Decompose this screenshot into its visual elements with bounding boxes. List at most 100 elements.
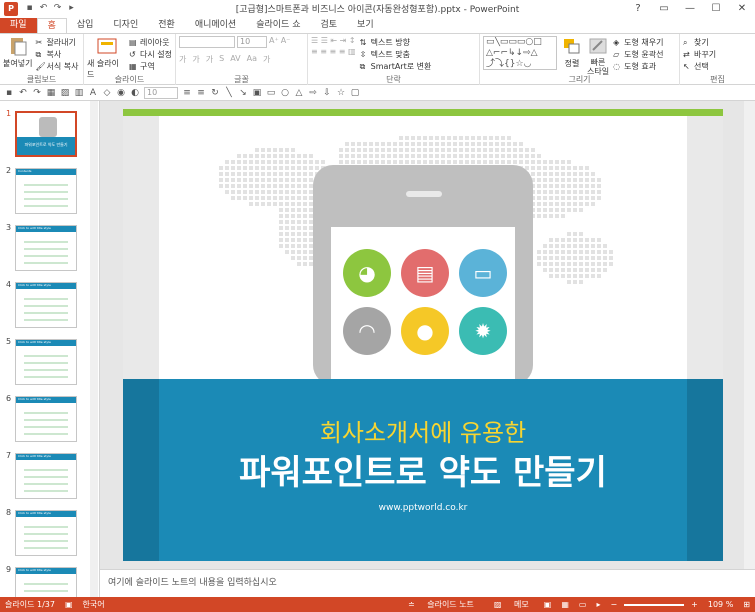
smartart-button[interactable]: ⧉ SmartArt로 변환 xyxy=(360,60,432,72)
shape-outline-button[interactable]: ▱ 도형 윤곽선 xyxy=(613,48,663,60)
slide-sorter-icon[interactable]: ▦ xyxy=(556,600,574,609)
font-family-input[interactable] xyxy=(179,36,235,48)
shape-effects-button[interactable]: ◌ 도형 효과 xyxy=(613,60,663,72)
italic-icon[interactable]: 가 xyxy=(192,54,199,65)
tab-slideshow[interactable]: 슬라이드 쇼 xyxy=(246,18,310,33)
ribbon-display-button[interactable]: ▭ xyxy=(651,0,677,17)
tab-animations[interactable]: 애니메이션 xyxy=(185,18,246,33)
tab-transitions[interactable]: 전환 xyxy=(148,18,185,33)
down-arrow-icon[interactable]: ⇩ xyxy=(322,88,332,98)
slide-thumbnail[interactable]: Click to edit title style xyxy=(15,453,77,499)
cut-button[interactable]: ✂ 잘라내기 xyxy=(35,36,78,48)
shape-fill-button[interactable]: ◈ 도형 채우기 xyxy=(613,36,663,48)
slide-thumbnail[interactable]: Contents xyxy=(15,168,77,214)
save-icon[interactable]: ▪ xyxy=(4,88,14,98)
star-icon[interactable]: ☆ xyxy=(336,88,346,98)
close-button[interactable]: ✕ xyxy=(729,0,755,17)
thumbnails-scrollbar[interactable] xyxy=(90,101,98,597)
slide-thumbnail[interactable]: Click to edit title style xyxy=(15,339,77,385)
normal-view-icon[interactable]: ▣ xyxy=(539,600,557,609)
tab-design[interactable]: 디자인 xyxy=(103,18,148,33)
undo-icon[interactable]: ↶ xyxy=(18,88,28,98)
zoom-slider[interactable] xyxy=(624,603,685,606)
redo-icon[interactable]: ↷ xyxy=(52,3,63,14)
bold-icon[interactable]: 가 xyxy=(179,54,186,65)
shrink-font-icon[interactable]: A⁻ xyxy=(281,36,291,48)
slide-thumbnail[interactable]: Click to edit title style xyxy=(15,510,77,556)
slideshow-icon[interactable]: ▸ xyxy=(591,600,605,609)
powerpoint-icon[interactable]: P xyxy=(4,1,18,16)
text-direction-button[interactable]: ⇅ 텍스트 방향 xyxy=(360,36,432,48)
slide-thumbnail[interactable]: Click to edit title style xyxy=(15,567,77,597)
find-button[interactable]: ⌕ 찾기 xyxy=(683,36,752,48)
notes-toggle-button[interactable]: ≐ 슬라이드 노트 xyxy=(398,599,484,610)
case-icon[interactable]: Aa xyxy=(247,54,257,65)
bullets-icon[interactable]: ☰ ☰ ⇤ ⇥ ↕ xyxy=(311,36,356,45)
shapes-gallery[interactable]: ▭╲▭▭▭○□ △⌐⌐↳↓⇨△ ⤴⤵{}☆◡ xyxy=(483,36,557,70)
fill-icon[interactable]: ◐ xyxy=(130,88,140,98)
align-left-icon[interactable]: ≡ xyxy=(182,88,192,98)
format-painter-button[interactable]: 🖌 서식 복사 xyxy=(35,60,78,72)
char-spacing-icon[interactable]: AV xyxy=(230,54,240,65)
strikethrough-icon[interactable]: S xyxy=(219,54,224,65)
shadow-icon[interactable]: ▣ xyxy=(252,88,262,98)
grow-font-icon[interactable]: A⁺ xyxy=(269,36,279,48)
align-center-icon[interactable]: ≡ xyxy=(196,88,206,98)
replace-button[interactable]: ⇄ 바꾸기 xyxy=(683,48,752,60)
font-color-icon[interactable]: 가 xyxy=(263,54,270,65)
font-size-input[interactable]: 10 xyxy=(237,36,267,48)
spellcheck-icon[interactable]: ▣ xyxy=(60,600,78,609)
tab-insert[interactable]: 삽입 xyxy=(67,18,104,33)
arrange-button[interactable]: 정렬 xyxy=(561,36,583,76)
undo-icon[interactable]: ↶ xyxy=(38,3,49,14)
tab-review[interactable]: 검토 xyxy=(310,18,347,33)
line-icon[interactable]: ╲ xyxy=(224,88,234,98)
notes-pane[interactable]: 여기에 슬라이드 노트의 내용을 입력하십시오 xyxy=(100,569,755,597)
slide-thumbnail[interactable]: Click to edit title style xyxy=(15,282,77,328)
text-box-icon[interactable]: A xyxy=(88,88,98,98)
tab-home[interactable]: 홈 xyxy=(36,18,67,33)
current-slide[interactable]: ◕ ▤ ▭ ◠ ● ✹ 회사소개서에 유용한 파워포인트로 약도 만들기 www.pptw… xyxy=(123,109,723,561)
zoom-level[interactable]: 109 % xyxy=(703,600,738,609)
arrow-icon[interactable]: ↘ xyxy=(238,88,248,98)
align-text-button[interactable]: ⇳ 텍스트 맞춤 xyxy=(360,48,432,60)
select-button[interactable]: ↖ 선택 xyxy=(683,60,752,72)
rect-icon[interactable]: ▭ xyxy=(266,88,276,98)
chart-icon[interactable]: ▥ xyxy=(74,88,84,98)
font-size-input-2[interactable]: 10 xyxy=(144,86,178,99)
reading-view-icon[interactable]: ▭ xyxy=(574,600,592,609)
reset-button[interactable]: ↺ 다시 설정 xyxy=(129,48,172,60)
tab-file[interactable]: 파일 xyxy=(0,18,37,33)
quick-styles-button[interactable]: 빠른 스타일 xyxy=(587,36,609,76)
oval-icon[interactable]: ○ xyxy=(280,88,290,98)
right-arrow-icon[interactable]: ⇨ xyxy=(308,88,318,98)
callout-icon[interactable]: ▢ xyxy=(350,88,360,98)
layout-button[interactable]: ▤ 레이아웃 xyxy=(129,36,172,48)
slide-thumbnail[interactable]: Click to edit title style xyxy=(15,225,77,271)
language-indicator[interactable]: 한국어 xyxy=(78,599,110,610)
zoom-in-button[interactable]: + xyxy=(686,600,703,609)
save-icon[interactable]: ▪ xyxy=(24,3,35,14)
align-icons[interactable]: ≡ ≡ ≡ ≡ ▥ xyxy=(311,47,356,56)
rotate-icon[interactable]: ↻ xyxy=(210,88,220,98)
triangle-icon[interactable]: △ xyxy=(294,88,304,98)
slide-thumbnail[interactable]: Click to edit title style xyxy=(15,396,77,442)
slide-thumbnail[interactable]: 파워포인트로 약도 만들기 xyxy=(15,111,77,157)
picture-icon[interactable]: ▨ xyxy=(60,88,70,98)
comments-toggle-button[interactable]: ▨ 메모 xyxy=(484,599,539,610)
color-icon[interactable]: ◉ xyxy=(116,88,126,98)
help-button[interactable]: ? xyxy=(625,0,651,17)
table-icon[interactable]: ▦ xyxy=(46,88,56,98)
fit-to-window-icon[interactable]: ⊞ xyxy=(738,600,755,609)
copy-button[interactable]: ⧉ 복사 xyxy=(35,48,78,60)
tab-view[interactable]: 보기 xyxy=(347,18,384,33)
editor-scrollbar[interactable] xyxy=(744,101,755,569)
section-button[interactable]: ▦ 구역 xyxy=(129,60,172,72)
start-slideshow-icon[interactable]: ▸ xyxy=(66,3,77,14)
underline-icon[interactable]: 가 xyxy=(206,54,213,65)
maximize-button[interactable]: ☐ xyxy=(703,0,729,17)
redo-icon[interactable]: ↷ xyxy=(32,88,42,98)
shape-icon[interactable]: ◇ xyxy=(102,88,112,98)
minimize-button[interactable]: — xyxy=(677,0,703,17)
paste-button[interactable]: 붙여넣기 xyxy=(3,36,32,72)
